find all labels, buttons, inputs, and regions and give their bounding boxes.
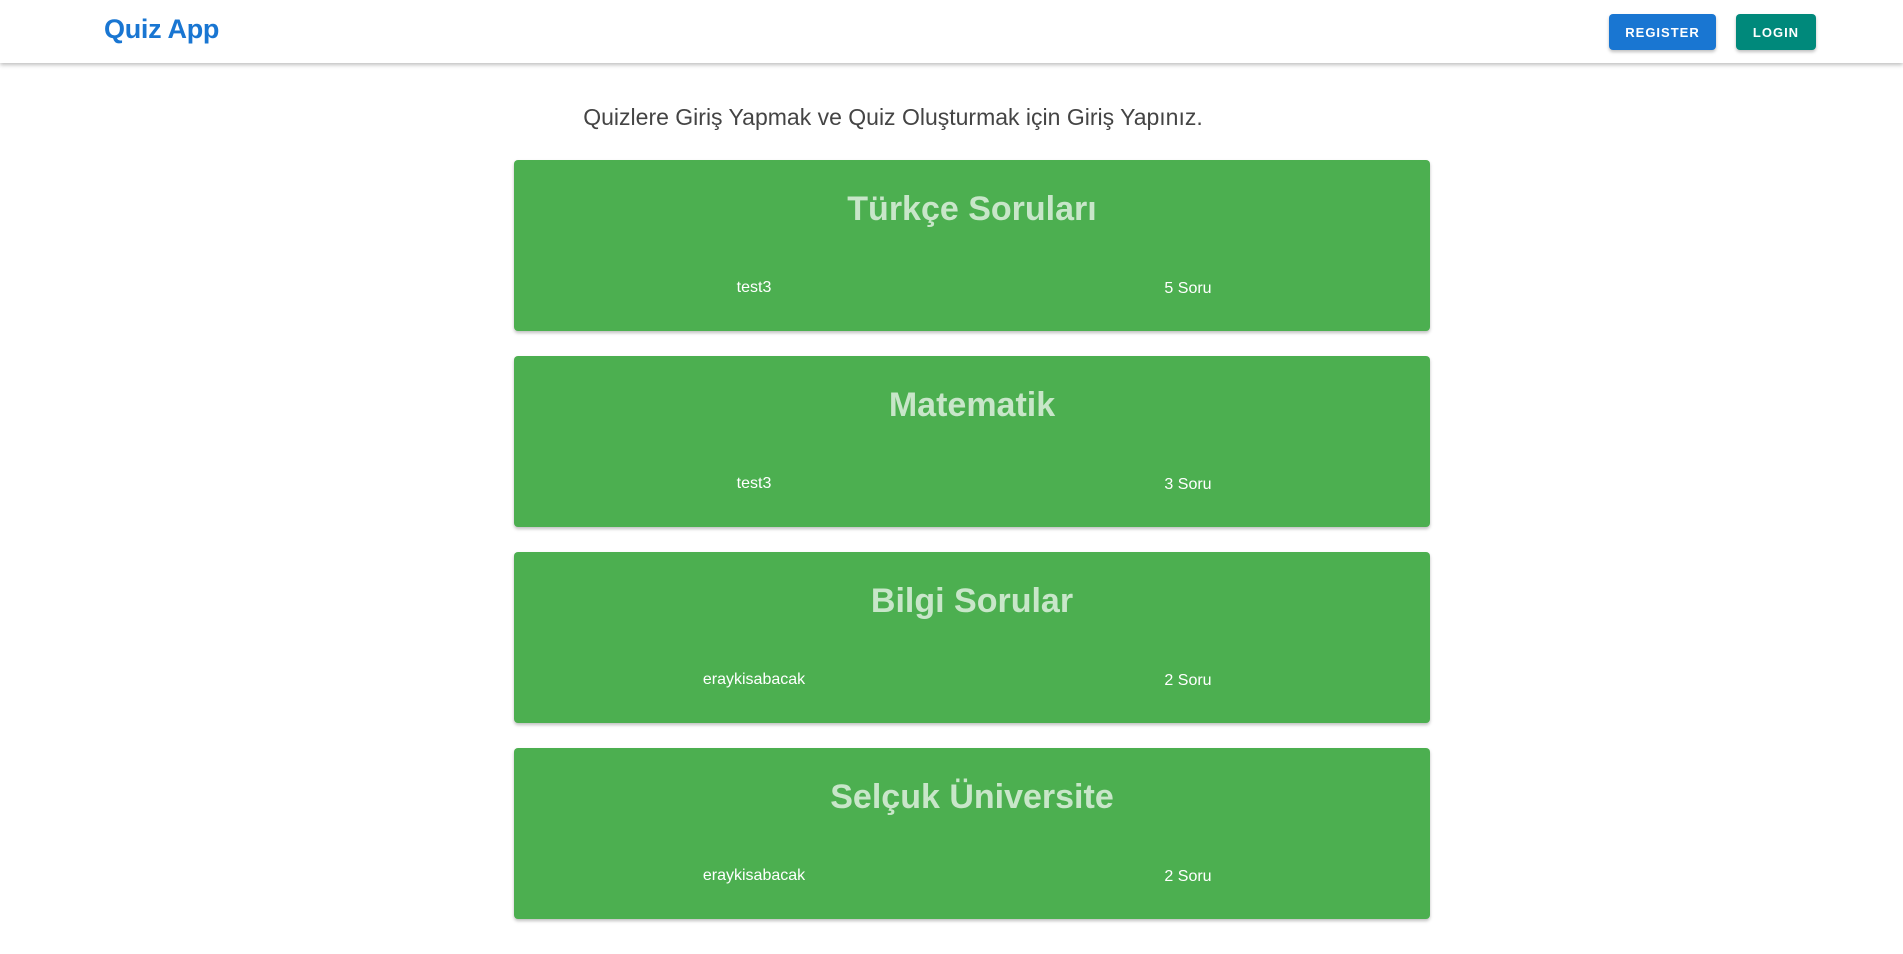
quiz-title: Matematik bbox=[888, 386, 1056, 424]
quiz-author: test3 bbox=[736, 475, 772, 492]
quiz-card[interactable]: Selçuk Üniversite eraykisabacak 2 Soru bbox=[514, 748, 1430, 919]
quiz-list: Türkçe Soruları test3 5 Soru Matematik t… bbox=[514, 160, 1430, 944]
app-bar: Quiz App REGISTER LOGIN bbox=[0, 0, 1903, 63]
quiz-card[interactable]: Matematik test3 3 Soru bbox=[514, 356, 1430, 527]
quiz-question-count: 5 Soru bbox=[1164, 280, 1212, 297]
quiz-card[interactable]: Bilgi Sorular eraykisabacak 2 Soru bbox=[514, 552, 1430, 723]
quiz-title: Selçuk Üniversite bbox=[830, 778, 1114, 816]
login-prompt-text: Quizlere Giriş Yapmak ve Quiz Oluşturmak… bbox=[583, 104, 1203, 130]
quiz-title: Türkçe Soruları bbox=[847, 190, 1097, 228]
quiz-author: test3 bbox=[736, 279, 772, 296]
login-button[interactable]: LOGIN bbox=[1736, 14, 1816, 50]
quiz-question-count: 3 Soru bbox=[1164, 476, 1212, 493]
quiz-title: Bilgi Sorular bbox=[870, 582, 1074, 620]
quiz-card[interactable]: Türkçe Soruları test3 5 Soru bbox=[514, 160, 1430, 331]
app-title[interactable]: Quiz App bbox=[104, 14, 219, 45]
quiz-author: eraykisabacak bbox=[702, 867, 806, 884]
quiz-author: eraykisabacak bbox=[702, 671, 806, 688]
quiz-question-count: 2 Soru bbox=[1164, 868, 1212, 885]
register-button[interactable]: REGISTER bbox=[1609, 14, 1716, 50]
quiz-question-count: 2 Soru bbox=[1164, 672, 1212, 689]
